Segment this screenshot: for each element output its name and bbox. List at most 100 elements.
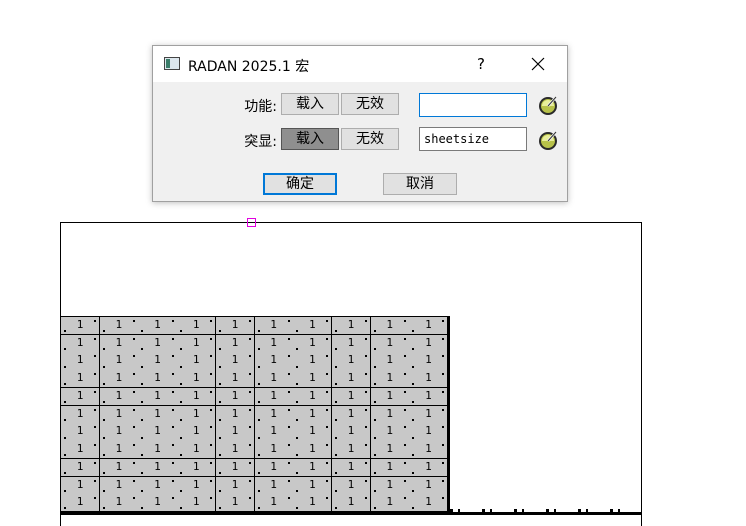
part-cell[interactable]: 1 — [331, 423, 372, 442]
part-cell[interactable]: 1 — [254, 352, 294, 371]
part-cell[interactable]: 1 — [61, 423, 101, 442]
part-cell[interactable]: 1 — [99, 387, 139, 407]
part-cell[interactable]: 1 — [254, 441, 294, 460]
part-cell[interactable]: 1 — [61, 387, 101, 407]
part-cell[interactable]: 1 — [293, 387, 333, 407]
part-cell[interactable]: 1 — [215, 317, 255, 336]
part-cell[interactable]: 1 — [370, 494, 410, 513]
part-cell[interactable]: 1 — [370, 476, 410, 495]
part-cell[interactable]: 1 — [99, 352, 139, 371]
part-cell[interactable]: 1 — [331, 334, 372, 353]
part-cell[interactable]: 1 — [254, 317, 294, 336]
ok-button[interactable]: 确定 — [263, 173, 337, 195]
part-cell[interactable]: 1 — [138, 423, 178, 442]
part-cell[interactable]: 1 — [331, 352, 372, 371]
part-cell[interactable]: 1 — [215, 352, 255, 371]
part-cell[interactable]: 1 — [254, 423, 294, 442]
part-cell[interactable]: 1 — [61, 352, 101, 371]
part-cell[interactable]: 1 — [61, 441, 101, 460]
cancel-button[interactable]: 取消 — [383, 173, 457, 195]
part-cell[interactable]: 1 — [293, 423, 333, 442]
part-cell[interactable]: 1 — [331, 476, 372, 495]
part-cell[interactable]: 1 — [254, 494, 294, 513]
part-cell[interactable]: 1 — [331, 441, 372, 460]
part-cell[interactable]: 1 — [215, 423, 255, 442]
part-cell[interactable]: 1 — [254, 405, 294, 424]
part-cell[interactable]: 1 — [254, 458, 294, 478]
part-cell[interactable]: 1 — [138, 317, 178, 336]
part-cell[interactable]: 1 — [138, 387, 178, 407]
part-cell[interactable]: 1 — [409, 441, 449, 460]
part-cell[interactable]: 1 — [177, 494, 217, 513]
part-cell[interactable]: 1 — [99, 370, 139, 389]
part-cell[interactable]: 1 — [331, 370, 372, 389]
part-cell[interactable]: 1 — [370, 370, 410, 389]
part-cell[interactable]: 1 — [177, 458, 217, 478]
part-cell[interactable]: 1 — [61, 494, 101, 513]
part-cell[interactable]: 1 — [370, 334, 410, 353]
part-cell[interactable]: 1 — [409, 405, 449, 424]
part-cell[interactable]: 1 — [138, 458, 178, 478]
function-load-button[interactable]: 载入 — [281, 93, 339, 115]
part-cell[interactable]: 1 — [61, 405, 101, 424]
part-cell[interactable]: 1 — [138, 405, 178, 424]
part-cell[interactable]: 1 — [409, 334, 449, 353]
part-cell[interactable]: 1 — [215, 370, 255, 389]
part-cell[interactable]: 1 — [177, 334, 217, 353]
part-cell[interactable]: 1 — [331, 458, 372, 478]
part-cell[interactable]: 1 — [331, 317, 372, 336]
part-cell[interactable]: 1 — [293, 317, 333, 336]
part-cell[interactable]: 1 — [370, 423, 410, 442]
part-cell[interactable]: 1 — [370, 405, 410, 424]
part-cell[interactable]: 1 — [370, 352, 410, 371]
part-cell[interactable]: 1 — [409, 494, 449, 513]
part-cell[interactable]: 1 — [331, 387, 372, 407]
function-browse-icon[interactable] — [537, 94, 559, 116]
part-cell[interactable]: 1 — [254, 370, 294, 389]
part-cell[interactable]: 1 — [293, 458, 333, 478]
part-cell[interactable]: 1 — [293, 352, 333, 371]
part-cell[interactable]: 1 — [99, 476, 139, 495]
selection-marker[interactable] — [247, 218, 256, 227]
part-cell[interactable]: 1 — [99, 317, 139, 336]
part-cell[interactable]: 1 — [99, 423, 139, 442]
part-cell[interactable]: 1 — [138, 334, 178, 353]
part-cell[interactable]: 1 — [138, 352, 178, 371]
part-cell[interactable]: 1 — [331, 405, 372, 424]
function-disable-button[interactable]: 无效 — [341, 93, 399, 115]
part-cell[interactable]: 1 — [138, 370, 178, 389]
part-nest-grid[interactable]: 1111111111111111111111111111111111111111… — [61, 316, 450, 513]
part-cell[interactable]: 1 — [409, 317, 449, 336]
part-cell[interactable]: 1 — [61, 317, 101, 336]
part-cell[interactable]: 1 — [254, 387, 294, 407]
part-cell[interactable]: 1 — [177, 370, 217, 389]
part-cell[interactable]: 1 — [177, 476, 217, 495]
part-cell[interactable]: 1 — [99, 458, 139, 478]
close-button[interactable] — [523, 52, 553, 76]
part-cell[interactable]: 1 — [331, 494, 372, 513]
part-cell[interactable]: 1 — [370, 317, 410, 336]
part-cell[interactable]: 1 — [61, 334, 101, 353]
part-cell[interactable]: 1 — [215, 334, 255, 353]
part-cell[interactable]: 1 — [409, 423, 449, 442]
part-cell[interactable]: 1 — [177, 441, 217, 460]
part-cell[interactable]: 1 — [215, 476, 255, 495]
part-cell[interactable]: 1 — [215, 387, 255, 407]
part-cell[interactable]: 1 — [370, 387, 410, 407]
part-cell[interactable]: 1 — [61, 370, 101, 389]
part-cell[interactable]: 1 — [370, 458, 410, 478]
part-cell[interactable]: 1 — [215, 494, 255, 513]
part-cell[interactable]: 1 — [293, 370, 333, 389]
part-cell[interactable]: 1 — [215, 441, 255, 460]
part-cell[interactable]: 1 — [138, 441, 178, 460]
part-cell[interactable]: 1 — [215, 458, 255, 478]
part-cell[interactable]: 1 — [293, 476, 333, 495]
part-cell[interactable]: 1 — [409, 370, 449, 389]
title-bar[interactable]: RADAN 2025.1 宏 ? — [153, 46, 567, 82]
part-cell[interactable]: 1 — [293, 334, 333, 353]
part-cell[interactable]: 1 — [99, 494, 139, 513]
highlight-load-button[interactable]: 载入 — [281, 128, 339, 150]
highlight-browse-icon[interactable] — [537, 129, 559, 151]
part-cell[interactable]: 1 — [409, 387, 449, 407]
part-cell[interactable]: 1 — [370, 441, 410, 460]
